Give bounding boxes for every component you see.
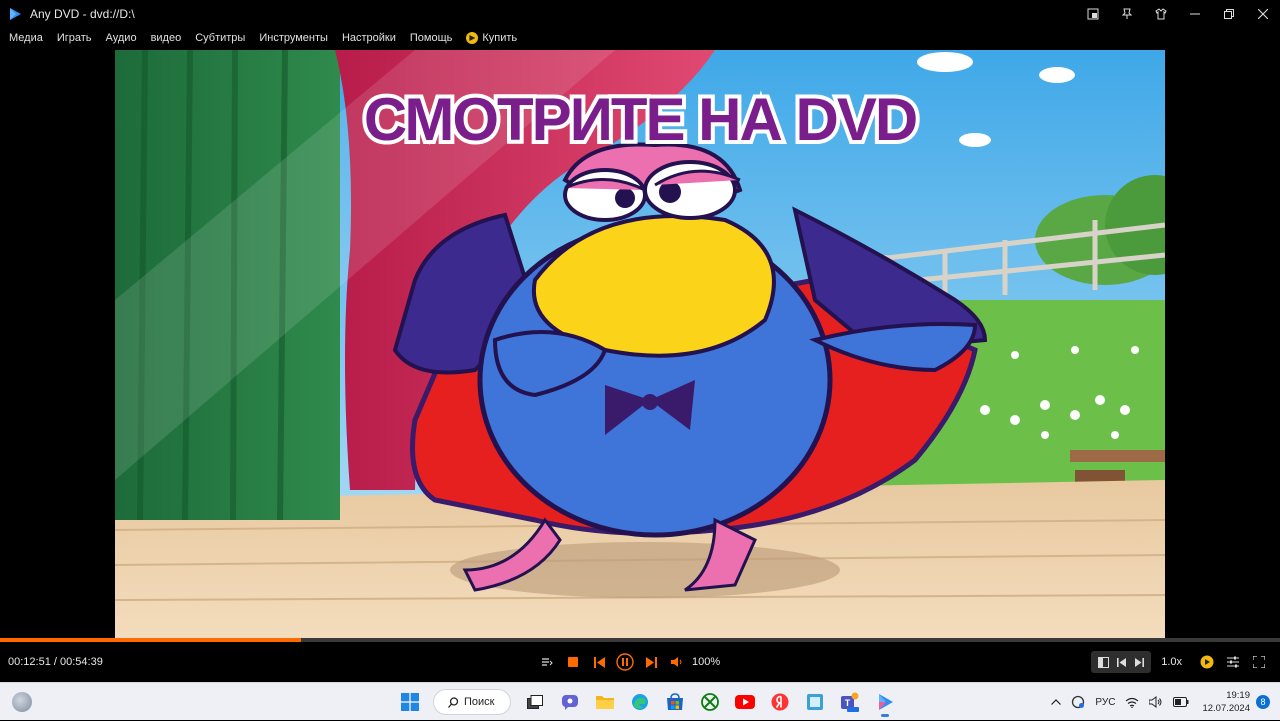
next-button[interactable] xyxy=(638,642,664,682)
weather-widget-icon[interactable] xyxy=(12,692,32,712)
shirt-icon[interactable] xyxy=(1144,0,1178,28)
menu-video[interactable]: видео xyxy=(144,32,189,44)
fullscreen-icon[interactable] xyxy=(1246,642,1272,682)
teams-new-icon[interactable]: T xyxy=(835,687,865,717)
youtube-icon[interactable] xyxy=(730,687,760,717)
menu-media[interactable]: Медиа xyxy=(2,32,50,44)
edge-icon[interactable] xyxy=(625,687,655,717)
chapter-next-icon[interactable] xyxy=(1130,651,1148,673)
pin-icon[interactable] xyxy=(1110,0,1144,28)
file-explorer-icon[interactable] xyxy=(590,687,620,717)
chapter-previous-icon[interactable] xyxy=(1112,651,1130,673)
task-view-icon[interactable] xyxy=(520,687,550,717)
equalizer-icon[interactable] xyxy=(1220,642,1246,682)
language-indicator[interactable]: РУС xyxy=(1095,697,1115,708)
windows-taskbar: Поиск T РУС 19:19 12.07.2024 8 xyxy=(0,682,1280,720)
screenshot-icon[interactable] xyxy=(800,687,830,717)
video-picture: СМОТРИТЕ НА DVD xyxy=(115,50,1165,638)
buy-label: Купить xyxy=(482,32,518,44)
chapter-nav-group xyxy=(1091,651,1152,673)
search-icon xyxy=(448,696,459,708)
title-controls xyxy=(1076,0,1280,28)
start-icon[interactable] xyxy=(395,687,425,717)
system-tray: РУС 19:19 12.07.2024 8 xyxy=(1046,683,1270,721)
right-controls: 1.0x xyxy=(1091,642,1272,682)
clock[interactable]: 19:19 12.07.2024 xyxy=(1202,689,1250,715)
active-indicator xyxy=(880,714,889,717)
minimize-icon[interactable] xyxy=(1178,0,1212,28)
anydvd-taskbar-icon[interactable] xyxy=(870,687,900,717)
taskbar-search[interactable]: Поиск xyxy=(433,689,511,715)
video-frame[interactable]: СМОТРИТЕ НА DVD xyxy=(115,50,1165,638)
menu-settings[interactable]: Настройки xyxy=(335,32,403,44)
pin-window-icon[interactable] xyxy=(1076,0,1110,28)
menu-play[interactable]: Играть xyxy=(50,32,99,44)
volume-icon[interactable] xyxy=(664,642,690,682)
video-area[interactable]: СМОТРИТЕ НА DVD xyxy=(0,48,1280,638)
chat-icon[interactable] xyxy=(555,687,585,717)
menu-buy[interactable]: Купить xyxy=(459,32,524,44)
notification-badge[interactable]: 8 xyxy=(1256,695,1270,709)
xbox-icon[interactable] xyxy=(695,687,725,717)
app-window: Any DVD - dvd://D:\ Медиа Играть Аудио в… xyxy=(0,0,1280,720)
video-overlay-text: СМОТРИТЕ НА DVD xyxy=(364,86,916,153)
svg-text:T: T xyxy=(844,698,850,708)
pro-badge-icon xyxy=(466,32,479,44)
menu-audio[interactable]: Аудио xyxy=(99,32,144,44)
chevron-up-icon[interactable] xyxy=(1051,699,1062,705)
playlist-icon[interactable] xyxy=(534,642,560,682)
search-label: Поиск xyxy=(464,696,495,708)
speed-label[interactable]: 1.0x xyxy=(1161,656,1182,668)
close-icon[interactable] xyxy=(1246,0,1280,28)
stop-button[interactable] xyxy=(560,642,586,682)
time-display: 00:12:51 / 00:54:39 xyxy=(8,656,103,668)
store-icon[interactable] xyxy=(660,687,690,717)
speaker-icon[interactable] xyxy=(1149,696,1163,708)
menu-help[interactable]: Помощь xyxy=(403,32,460,44)
sidebar-toggle-icon[interactable] xyxy=(1094,651,1112,673)
menu-tools[interactable]: Инструменты xyxy=(252,32,335,44)
wifi-icon[interactable] xyxy=(1125,697,1139,708)
control-bar: 00:12:51 / 00:54:39 100% 1.0x xyxy=(0,642,1280,682)
window-title: Any DVD - dvd://D:\ xyxy=(30,7,135,21)
sync-icon[interactable] xyxy=(1071,695,1085,709)
title-bar: Any DVD - dvd://D:\ xyxy=(0,0,1280,28)
taskbar-apps: Поиск T xyxy=(392,683,902,721)
previous-button[interactable] xyxy=(586,642,612,682)
battery-icon[interactable] xyxy=(1173,697,1189,707)
playback-controls: 100% xyxy=(534,642,720,682)
yandex-icon[interactable] xyxy=(765,687,795,717)
language-label: РУС xyxy=(1095,696,1116,708)
restore-icon[interactable] xyxy=(1212,0,1246,28)
pro-icon[interactable] xyxy=(1194,642,1220,682)
anydvd-logo-icon xyxy=(10,8,21,20)
menu-bar: Медиа Играть Аудио видео Субтитры Инстру… xyxy=(0,28,1280,48)
clock-time: 19:19 xyxy=(1226,690,1250,701)
pause-button[interactable] xyxy=(612,642,638,682)
clock-date: 12.07.2024 xyxy=(1202,703,1250,714)
volume-label[interactable]: 100% xyxy=(692,656,720,668)
menu-subtitles[interactable]: Субтитры xyxy=(188,32,252,44)
